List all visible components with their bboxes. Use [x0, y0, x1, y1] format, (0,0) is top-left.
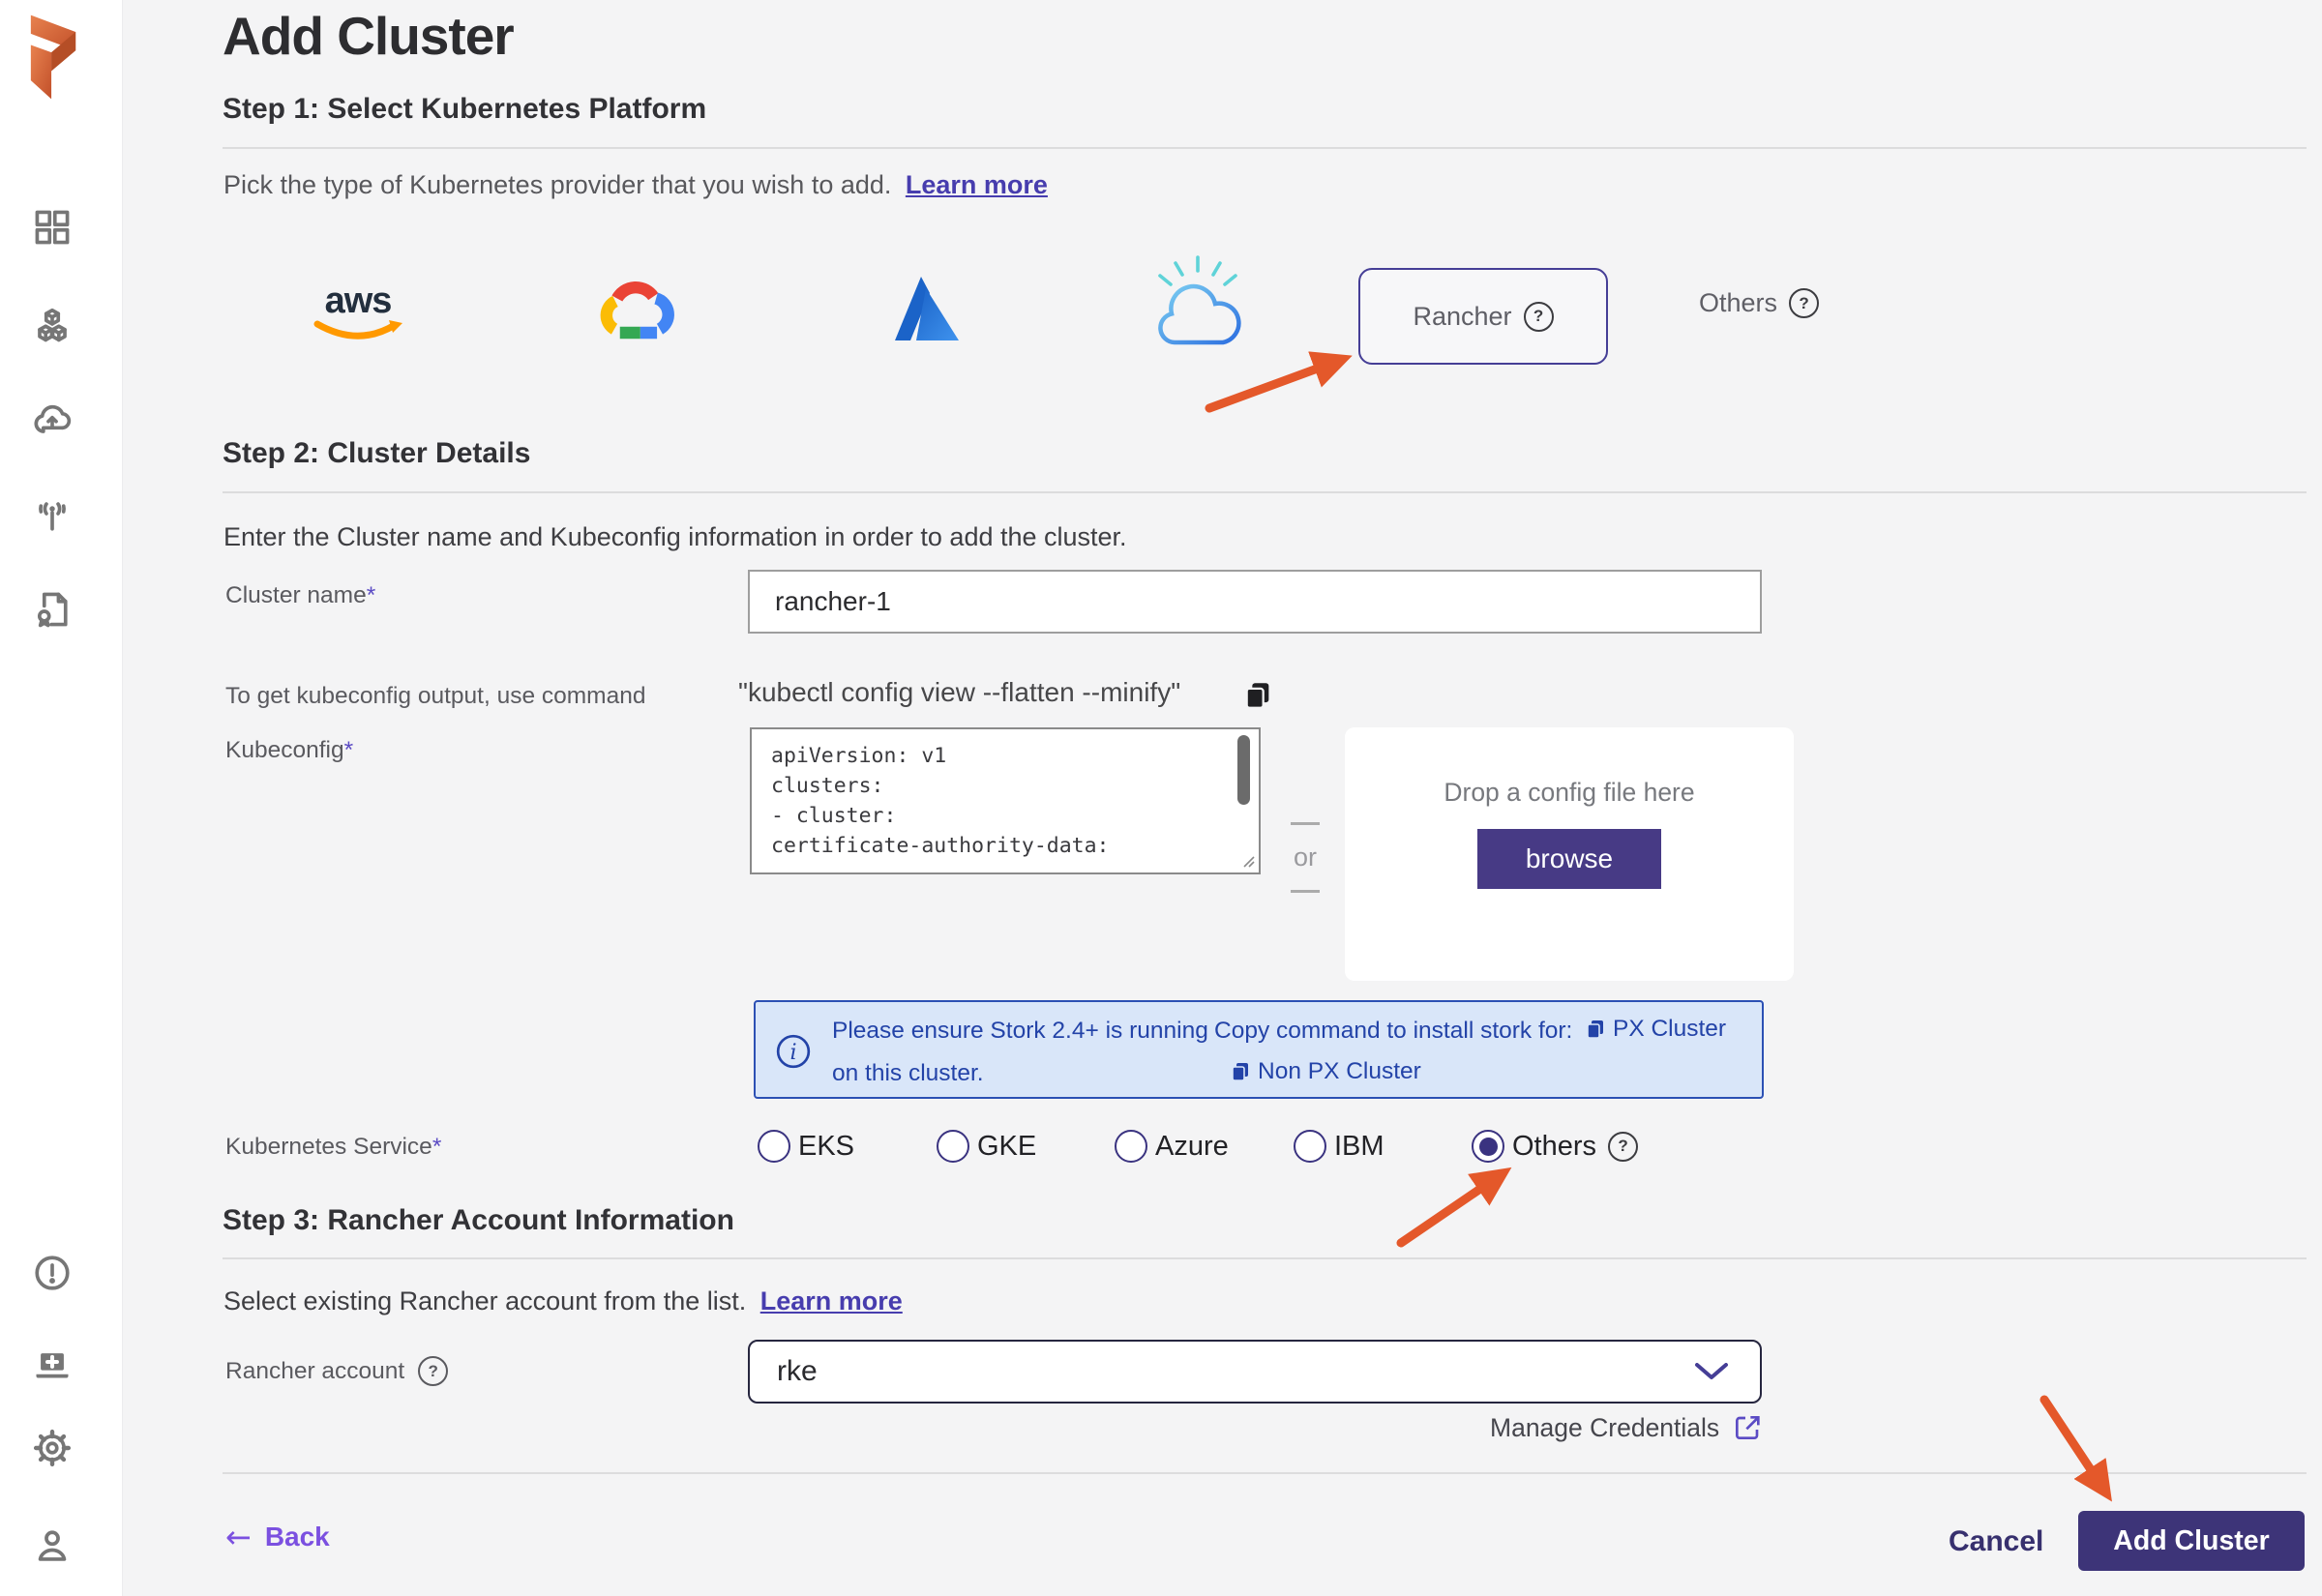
- radio-gke[interactable]: GKE: [937, 1130, 1115, 1163]
- svg-text:i: i: [789, 1040, 796, 1065]
- ibm-cloud-logo: [1140, 250, 1256, 358]
- add-cluster-button[interactable]: Add Cluster: [2078, 1511, 2305, 1571]
- sidebar-item-support[interactable]: [30, 1344, 74, 1388]
- rancher-account-value: rke: [750, 1355, 1694, 1388]
- sidebar-item-license[interactable]: [30, 587, 74, 632]
- rancher-help-icon[interactable]: ?: [1524, 302, 1554, 332]
- divider: [223, 1257, 2307, 1259]
- info-icon: i: [775, 1033, 812, 1070]
- sidebar-item-monitoring[interactable]: [30, 493, 74, 538]
- page-title: Add Cluster: [223, 0, 514, 72]
- external-link-icon: [1732, 1412, 1763, 1443]
- aws-smile-icon: [312, 318, 404, 345]
- resize-handle[interactable]: [1242, 855, 1256, 869]
- banner-message-line2: on this cluster.: [832, 1060, 984, 1087]
- sidebar: [0, 0, 123, 1596]
- alert-circle-icon: [31, 1252, 74, 1294]
- sidebar-item-user[interactable]: [30, 1523, 74, 1568]
- config-dropzone[interactable]: Drop a config file here browse: [1345, 727, 1794, 981]
- cloud-upload-icon: [31, 399, 74, 442]
- azure-logo: [876, 265, 968, 350]
- k8s-others-help-icon[interactable]: ?: [1608, 1132, 1638, 1162]
- sidebar-item-clusters[interactable]: [30, 305, 74, 349]
- kubeconfig-textarea[interactable]: apiVersion: v1 clusters: - cluster: cert…: [750, 727, 1261, 874]
- platform-azure[interactable]: [876, 263, 968, 352]
- cluster-name-label: Cluster name*: [225, 582, 375, 609]
- cluster-name-input[interactable]: [748, 570, 1762, 634]
- kubeconfig-hint-label: To get kubeconfig output, use command: [225, 683, 645, 710]
- annotation-arrow-others: [1389, 1153, 1534, 1255]
- rancher-label: Rancher: [1413, 302, 1511, 332]
- kubeconfig-command: "kubectl config view --flatten --minify": [738, 677, 1180, 708]
- step2-heading: Step 2: Cluster Details: [223, 437, 530, 470]
- back-link[interactable]: ← Back: [225, 1519, 330, 1555]
- google-cloud-logo: [592, 272, 681, 349]
- radio-azure[interactable]: Azure: [1115, 1130, 1294, 1163]
- banner-message-line1: Please ensure Stork 2.4+ is running: [832, 1018, 1208, 1045]
- platform-ibm-cloud[interactable]: [1140, 250, 1256, 358]
- kubeconfig-label: Kubeconfig*: [225, 737, 353, 764]
- rancher-account-help-icon[interactable]: ?: [418, 1356, 448, 1386]
- annotation-arrow-add-cluster: [2030, 1391, 2136, 1517]
- sidebar-item-settings[interactable]: [30, 1426, 74, 1470]
- dropzone-text: Drop a config file here: [1345, 727, 1794, 808]
- aws-logo: aws: [312, 283, 404, 318]
- px-cluster-copy-link[interactable]: PX Cluster: [1584, 1016, 1726, 1043]
- back-arrow-icon: ←: [225, 1519, 252, 1555]
- or-divider: or: [1289, 822, 1322, 893]
- copy-icon: [1584, 1018, 1607, 1041]
- platform-others[interactable]: Others ?: [1699, 288, 1819, 318]
- divider: [223, 491, 2307, 493]
- non-px-cluster-copy-link[interactable]: Non PX Cluster: [1229, 1058, 1421, 1085]
- chevron-down-icon: [1694, 1363, 1729, 1380]
- k8s-service-label: Kubernetes Service*: [225, 1134, 441, 1161]
- divider: [223, 1472, 2307, 1474]
- antenna-icon: [31, 494, 74, 537]
- kubeconfig-scrollbar[interactable]: [1237, 735, 1250, 805]
- rancher-account-label: Rancher account ?: [225, 1356, 448, 1386]
- step1-learn-more-link[interactable]: Learn more: [906, 170, 1048, 199]
- dashboard-grid-icon: [31, 206, 74, 249]
- cubes-icon: [31, 306, 74, 348]
- gear-icon: [31, 1427, 74, 1469]
- step3-heading: Step 3: Rancher Account Information: [223, 1204, 734, 1237]
- sidebar-item-dashboard[interactable]: [30, 205, 74, 250]
- step1-heading: Step 1: Select Kubernetes Platform: [223, 93, 706, 126]
- sidebar-item-alerts[interactable]: [30, 1251, 74, 1295]
- platform-google-cloud[interactable]: [592, 269, 681, 352]
- radio-ibm[interactable]: IBM: [1294, 1130, 1472, 1163]
- stork-info-banner: i Please ensure Stork 2.4+ is running on…: [754, 1000, 1764, 1099]
- copy-icon: [1229, 1060, 1252, 1083]
- add-cluster-page: Add Cluster Step 1: Select Kubernetes Pl…: [0, 0, 2322, 1596]
- laptop-plus-icon: [31, 1345, 74, 1387]
- license-file-icon: [31, 588, 74, 631]
- platform-rancher-selected[interactable]: Rancher ?: [1358, 268, 1608, 365]
- divider: [223, 147, 2307, 149]
- others-label: Others: [1699, 288, 1777, 318]
- radio-others-selected[interactable]: Others ?: [1472, 1130, 1638, 1163]
- portworx-logo: [27, 8, 79, 106]
- manage-credentials-link[interactable]: Manage Credentials: [1490, 1412, 1763, 1443]
- step3-description: Select existing Rancher account from the…: [223, 1286, 746, 1315]
- step1-description: Pick the type of Kubernetes provider tha…: [223, 170, 891, 199]
- others-help-icon[interactable]: ?: [1789, 288, 1819, 318]
- step3-learn-more-link[interactable]: Learn more: [760, 1286, 903, 1315]
- copy-command-icon[interactable]: [1241, 679, 1274, 717]
- banner-copy-label: Copy command to install stork for:: [1214, 1018, 1572, 1045]
- sidebar-item-cloud-upload[interactable]: [30, 399, 74, 443]
- step2-description: Enter the Cluster name and Kubeconfig in…: [223, 522, 1127, 552]
- cancel-button[interactable]: Cancel: [1943, 1524, 2049, 1559]
- browse-button[interactable]: browse: [1477, 829, 1661, 889]
- rancher-account-select[interactable]: rke: [748, 1340, 1762, 1404]
- user-icon: [31, 1524, 74, 1567]
- radio-eks[interactable]: EKS: [758, 1130, 937, 1163]
- platform-aws[interactable]: aws: [308, 277, 408, 356]
